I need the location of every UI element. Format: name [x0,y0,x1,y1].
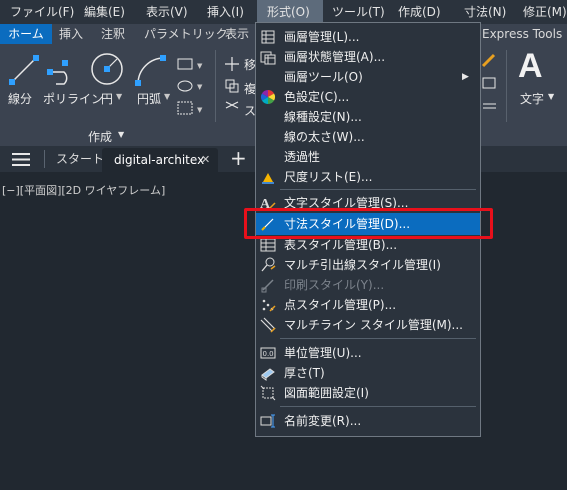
menu-item-multiline-style[interactable]: マルチライン スタイル管理(M)... [256,315,480,335]
color-wheel-icon [261,90,275,104]
menu-item-label: 厚さ(T) [284,366,325,380]
tab-divider [44,150,45,168]
tab-annotate[interactable]: 注釈 [101,24,125,44]
circle-icon[interactable] [90,52,124,86]
menu-item-color[interactable]: 色設定(C)... [256,87,480,107]
menu-modify[interactable]: 修正(M) [523,0,567,24]
menu-item-multileader-style[interactable]: マルチ引出線スタイル管理(I) [256,255,480,275]
menu-item-label: 単位管理(U)... [284,346,362,360]
tab-express-tools[interactable]: Express Tools [482,24,562,44]
svg-text:▼: ▼ [197,62,203,70]
start-tab[interactable]: スタート [56,146,104,172]
menu-item-label: 名前変更(R)... [284,414,362,428]
drawing-limits-icon [260,385,276,401]
tab-parametric[interactable]: パラメトリック [144,24,228,44]
svg-text:0.0: 0.0 [263,350,274,358]
menu-item-thickness[interactable]: 厚さ(T) [256,363,480,383]
menu-item-label: マルチ引出線スタイル管理(I) [284,258,441,272]
text-dropdown-icon[interactable]: ▼ [548,92,554,101]
menu-item-label: 透過性 [284,150,321,164]
circle-dropdown-icon[interactable]: ▼ [116,92,122,101]
menu-item-label: 図面範囲設定(I) [284,386,369,400]
text-tool-icon[interactable]: A [518,48,543,84]
text-tool-label[interactable]: 文字 [520,90,544,107]
arc-tool-label[interactable]: 円弧 [137,90,161,107]
menu-edit[interactable]: 編集(E) [84,0,125,24]
menu-item-label: 色設定(C)... [284,90,350,104]
draw-panel-expand-icon[interactable]: ▼ [118,130,124,139]
multileader-style-icon [261,257,276,272]
point-style-icon [262,299,276,312]
tab-home[interactable]: ホーム [0,24,52,44]
highlight-annotation-box [244,208,493,239]
polyline-tool-label[interactable]: ポリライン [43,90,103,107]
menu-item-transparency[interactable]: 透過性 [256,147,480,167]
menu-bar: ファイル(F) 編集(E) 表示(V) 挿入(I) 形式(O) ツール(T) 作… [0,0,567,24]
multiline-style-icon [260,317,276,333]
menu-item-layer-tools[interactable]: 画層ツール(O) ▶ [256,67,480,87]
rename-icon [260,414,275,428]
menu-format[interactable]: 形式(O) [257,0,323,24]
menu-file[interactable]: ファイル(F) [10,0,74,24]
modify-tools-icons[interactable] [224,56,240,120]
layer-manager-icon [261,30,275,44]
table-style-icon [260,238,276,252]
menu-item-label: 線種設定(N)... [284,110,362,124]
scale-list-icon [262,173,274,184]
menu-item-drawing-limits[interactable]: 図面範囲設定(I) [256,383,480,403]
plot-style-icon [261,279,274,293]
circle-tool-label[interactable]: 円 [101,90,113,107]
menu-item-label: 画層状態管理(A)... [284,50,386,64]
polyline-icon[interactable] [46,54,86,86]
panel-separator [215,50,216,122]
panel-separator-2 [506,50,507,122]
menu-item-label: 尺度リスト(E)... [284,170,373,184]
svg-text:▼: ▼ [197,83,203,91]
tab-insert[interactable]: 挿入 [59,24,83,44]
menu-item-label: 印刷スタイル(Y)... [284,278,385,292]
units-icon: 0.0 [260,347,276,359]
submenu-arrow-icon: ▶ [462,72,469,82]
menu-item-point-style[interactable]: 点スタイル管理(P)... [256,295,480,315]
hamburger-menu-icon[interactable] [12,153,30,166]
menu-tools[interactable]: ツール(T) [332,0,385,24]
menu-item-units[interactable]: 0.0 単位管理(U)... [256,343,480,363]
menu-item-layer-states[interactable]: 画層状態管理(A)... [256,47,480,67]
menu-item-label: マルチライン スタイル管理(M)... [284,318,463,332]
annotation-side-icons[interactable] [480,52,500,122]
arc-icon[interactable] [134,54,168,86]
line-tool-label[interactable]: 線分 [8,90,32,107]
menu-separator [280,406,476,407]
tab-view[interactable]: 表示 [225,24,249,44]
menu-item-label: 画層管理(L)... [284,30,360,44]
draw-panel-label[interactable]: 作成 [88,128,112,145]
thickness-icon [261,368,275,381]
menu-separator [280,189,476,190]
menu-item-label: 線の太さ(W)... [284,130,365,144]
menu-item-linetype[interactable]: 線種設定(N)... [256,107,480,127]
arc-dropdown-icon[interactable]: ▼ [164,92,170,101]
new-tab-icon[interactable]: + [230,146,247,172]
active-file-tab[interactable]: digital-architex ✕ [102,148,218,172]
small-draw-tools[interactable]: ▼ ▼ ▼ [176,56,206,120]
menu-dimension[interactable]: 寸法(N) [464,0,506,24]
menu-item-rename[interactable]: 名前変更(R)... [256,411,480,431]
viewport-controls[interactable]: [−][平面図][2D ワイヤフレーム] [2,182,165,198]
menu-item-plot-style[interactable]: 印刷スタイル(Y)... [256,275,480,295]
menu-item-label: 点スタイル管理(P)... [284,298,397,312]
menu-insert[interactable]: 挿入(I) [207,0,244,24]
menu-item-scale-list[interactable]: 尺度リスト(E)... [256,167,480,187]
line-icon[interactable] [8,54,40,86]
menu-view[interactable]: 表示(V) [146,0,188,24]
menu-separator [280,338,476,339]
menu-item-layer-manager[interactable]: 画層管理(L)... [256,27,480,47]
layer-states-icon [260,51,276,65]
menu-item-lineweight[interactable]: 線の太さ(W)... [256,127,480,147]
menu-item-label: 画層ツール(O) [284,70,363,84]
svg-text:▼: ▼ [197,106,203,114]
menu-draw[interactable]: 作成(D) [398,0,441,24]
active-file-tab-label: digital-architex [114,153,205,167]
close-tab-icon[interactable]: ✕ [201,148,210,172]
